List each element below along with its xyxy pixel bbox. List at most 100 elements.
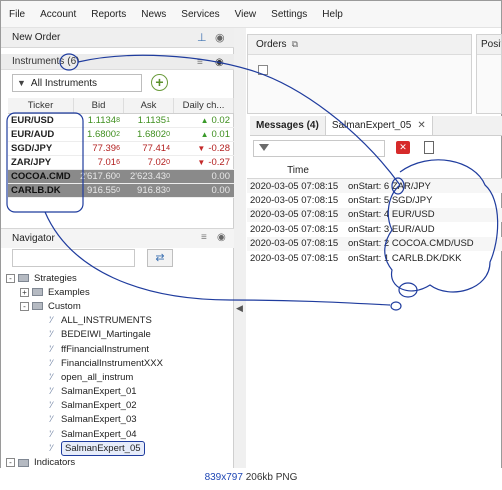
navigator-search-input[interactable] <box>12 249 135 267</box>
menu-file[interactable]: File <box>9 9 25 20</box>
menu-view[interactable]: View <box>235 9 257 20</box>
bid-cell: 7.01 6 <box>97 157 120 168</box>
instruments-table: Ticker Bid Ask Daily ch... EUR/USD 1.1134… <box>8 98 234 198</box>
daily-change-cell: ▲ 0.01 <box>200 129 230 140</box>
swap-icon[interactable]: ⇄ <box>147 249 173 267</box>
instrument-row[interactable]: EUR/AUD 1.6800 2 1.6802 0 ▲ 0.01 <box>8 128 234 142</box>
ticker-cell: CARLB.DK <box>11 185 61 196</box>
message-row[interactable]: 2020-03-05 07:08:15 onStart: 3 EUR/AUD <box>247 222 502 236</box>
instrument-row[interactable]: ZAR/JPY 7.01 6 7.02 0 ▼ -0.27 <box>8 156 234 170</box>
orders-body <box>248 55 471 113</box>
chevron-down-icon: ▼ <box>17 78 26 88</box>
collapse-icon[interactable]: - <box>6 458 15 468</box>
message-row[interactable]: 2020-03-05 07:08:15 onStart: 1 CARLB.DK/D… <box>247 251 502 265</box>
tree-label: Examples <box>48 286 90 298</box>
clear-messages-button[interactable]: ✕ <box>396 141 410 154</box>
copy-icon[interactable] <box>424 141 434 154</box>
panel-splitter[interactable]: ◀ <box>234 28 246 468</box>
tree-label: SalmanExpert_05 <box>61 440 145 456</box>
instrument-filter-select[interactable]: ▼ All Instruments <box>12 74 142 92</box>
new-order-title: New Order <box>12 32 61 43</box>
tab-strategy[interactable]: SalmanExpert_05 ✕ <box>325 116 433 135</box>
positions-panel: Positi <box>476 34 502 114</box>
message-time: 2020-03-05 07:08:15 <box>250 223 339 235</box>
tree-strategy[interactable]: ʹ⁄ SalmanExpert_02 <box>6 399 231 413</box>
eye-icon[interactable]: ◉ <box>215 57 224 68</box>
add-instrument-button[interactable]: + <box>151 74 168 91</box>
tree-strategy[interactable]: ʹ⁄ SalmanExpert_05 <box>6 440 231 456</box>
instrument-row[interactable]: EUR/USD 1.1134 8 1.1135 1 ▲ 0.02 <box>8 114 234 128</box>
eye-icon[interactable]: ◉ <box>215 31 225 44</box>
tree-strategy[interactable]: ʹ⁄ BEDEIWI_Martingale <box>6 328 231 342</box>
collapse-icon[interactable]: - <box>6 273 15 283</box>
tree-folder[interactable]: - Strategies <box>6 271 231 285</box>
ask-cell: 916.83 0 <box>137 185 170 196</box>
menu-bar: File Account Reports News Services View … <box>1 1 501 28</box>
tree-strategy[interactable]: ʹ⁄ open_all_instrum <box>6 370 231 384</box>
menu-help[interactable]: Help <box>322 9 343 20</box>
messages-rows: 2020-03-05 07:08:15 onStart: 6 ZAR/JPY 202… <box>247 179 502 265</box>
message-row[interactable]: 2020-03-05 07:08:15 onStart: 6 ZAR/JPY <box>247 179 502 194</box>
tree-label: ALL_INSTRUMENTS <box>61 315 152 327</box>
messages-filter-input[interactable] <box>253 140 385 157</box>
message-time: 2020-03-05 07:08:15 <box>250 209 339 221</box>
tree-strategy[interactable]: ʹ⁄ SalmanExpert_04 <box>6 427 231 441</box>
navigator-tree: - Strategies + Examples - Custom ʹ⁄ ALL_INSTRUM… <box>6 271 231 484</box>
detach-icon[interactable]: ⧉ <box>292 39 298 50</box>
tree-folder[interactable]: + Examples <box>6 285 231 299</box>
daily-change-cell: ▲ 0.02 <box>200 115 230 126</box>
collapse-icon[interactable]: - <box>20 301 29 311</box>
message-row[interactable]: 2020-03-05 07:08:15 onStart: 2 COCOA.CMD/… <box>247 236 502 251</box>
collapse-left-icon[interactable]: ◀ <box>236 303 243 314</box>
message-time: 2020-03-05 07:08:15 <box>250 238 339 250</box>
instrument-row[interactable]: CARLB.DK 916.55 0 916.83 0 0.00 <box>8 184 234 198</box>
col-ask[interactable]: Ask <box>124 98 174 113</box>
image-caption: 839x797 206kb PNG <box>0 468 502 490</box>
strategy-file-icon: ʹ⁄ <box>49 343 53 354</box>
tree-strategy[interactable]: ʹ⁄ SalmanExpert_03 <box>6 413 231 427</box>
tab-messages[interactable]: Messages (4) <box>250 116 326 135</box>
menu-settings[interactable]: Settings <box>271 9 307 20</box>
ask-cell: 7.02 0 <box>147 157 170 168</box>
expand-icon[interactable]: + <box>20 287 29 297</box>
tree-icon[interactable]: ⊥ <box>197 31 207 44</box>
message-text: onStart: 4 EUR/USD <box>348 209 435 221</box>
tree-folder[interactable]: - Custom <box>6 299 231 313</box>
instrument-row[interactable]: SGD/JPY 77.39 6 77.41 4 ▼ -0.28 <box>8 142 234 156</box>
bid-cell: 916.55 0 <box>87 185 120 196</box>
menu-services[interactable]: Services <box>181 9 219 20</box>
messages-table-header: Time <box>247 162 502 179</box>
col-time[interactable]: Time <box>247 165 349 176</box>
eye-icon[interactable]: ◉ <box>217 232 226 243</box>
bid-cell: 2'617.60 0 <box>79 171 120 182</box>
tree-strategy[interactable]: ʹ⁄ FinancialInstrumentXXX <box>6 356 231 370</box>
message-text: onStart: 3 EUR/AUD <box>348 223 435 235</box>
menu-news[interactable]: News <box>141 9 166 20</box>
tree-label: SalmanExpert_04 <box>61 428 137 440</box>
col-ticker[interactable]: Ticker <box>8 98 74 113</box>
menu-icon[interactable]: ≡ <box>197 57 203 68</box>
message-text: onStart: 6 ZAR/JPY <box>348 180 431 192</box>
new-order-header[interactable]: New Order ⊥ ◉ <box>1 28 234 48</box>
select-all-checkbox[interactable] <box>258 65 268 75</box>
tree-strategy[interactable]: ʹ⁄ SalmanExpert_01 <box>6 385 231 399</box>
positions-tab[interactable]: Positi <box>477 35 501 55</box>
message-row[interactable]: 2020-03-05 07:08:15 onStart: 4 EUR/USD <box>247 207 502 223</box>
menu-account[interactable]: Account <box>40 9 76 20</box>
tree-strategy[interactable]: ʹ⁄ ffFinancialInstrument <box>6 342 231 356</box>
strategy-file-icon: ʹ⁄ <box>49 386 53 397</box>
close-icon[interactable]: ✕ <box>417 120 425 131</box>
instrument-row[interactable]: COCOA.CMD 2'617.60 0 2'623.43 0 0.00 <box>8 170 234 184</box>
instruments-table-header: Ticker Bid Ask Daily ch... <box>8 98 234 114</box>
strategy-file-icon: ʹ⁄ <box>49 357 53 368</box>
menu-icon[interactable]: ≡ <box>201 232 207 243</box>
message-tabs: Messages (4) SalmanExpert_05 ✕ <box>250 116 502 136</box>
caption-size: 206kb <box>245 472 273 483</box>
message-row[interactable]: 2020-03-05 07:08:15 onStart: 5 SGD/JPY <box>247 193 502 207</box>
col-daily-change[interactable]: Daily ch... <box>174 98 234 113</box>
tree-label: FinancialInstrumentXXX <box>61 357 163 369</box>
menu-reports[interactable]: Reports <box>91 9 126 20</box>
tree-strategy[interactable]: ʹ⁄ ALL_INSTRUMENTS <box>6 314 231 328</box>
orders-tab[interactable]: Orders ⧉ <box>248 35 471 55</box>
col-bid[interactable]: Bid <box>74 98 124 113</box>
